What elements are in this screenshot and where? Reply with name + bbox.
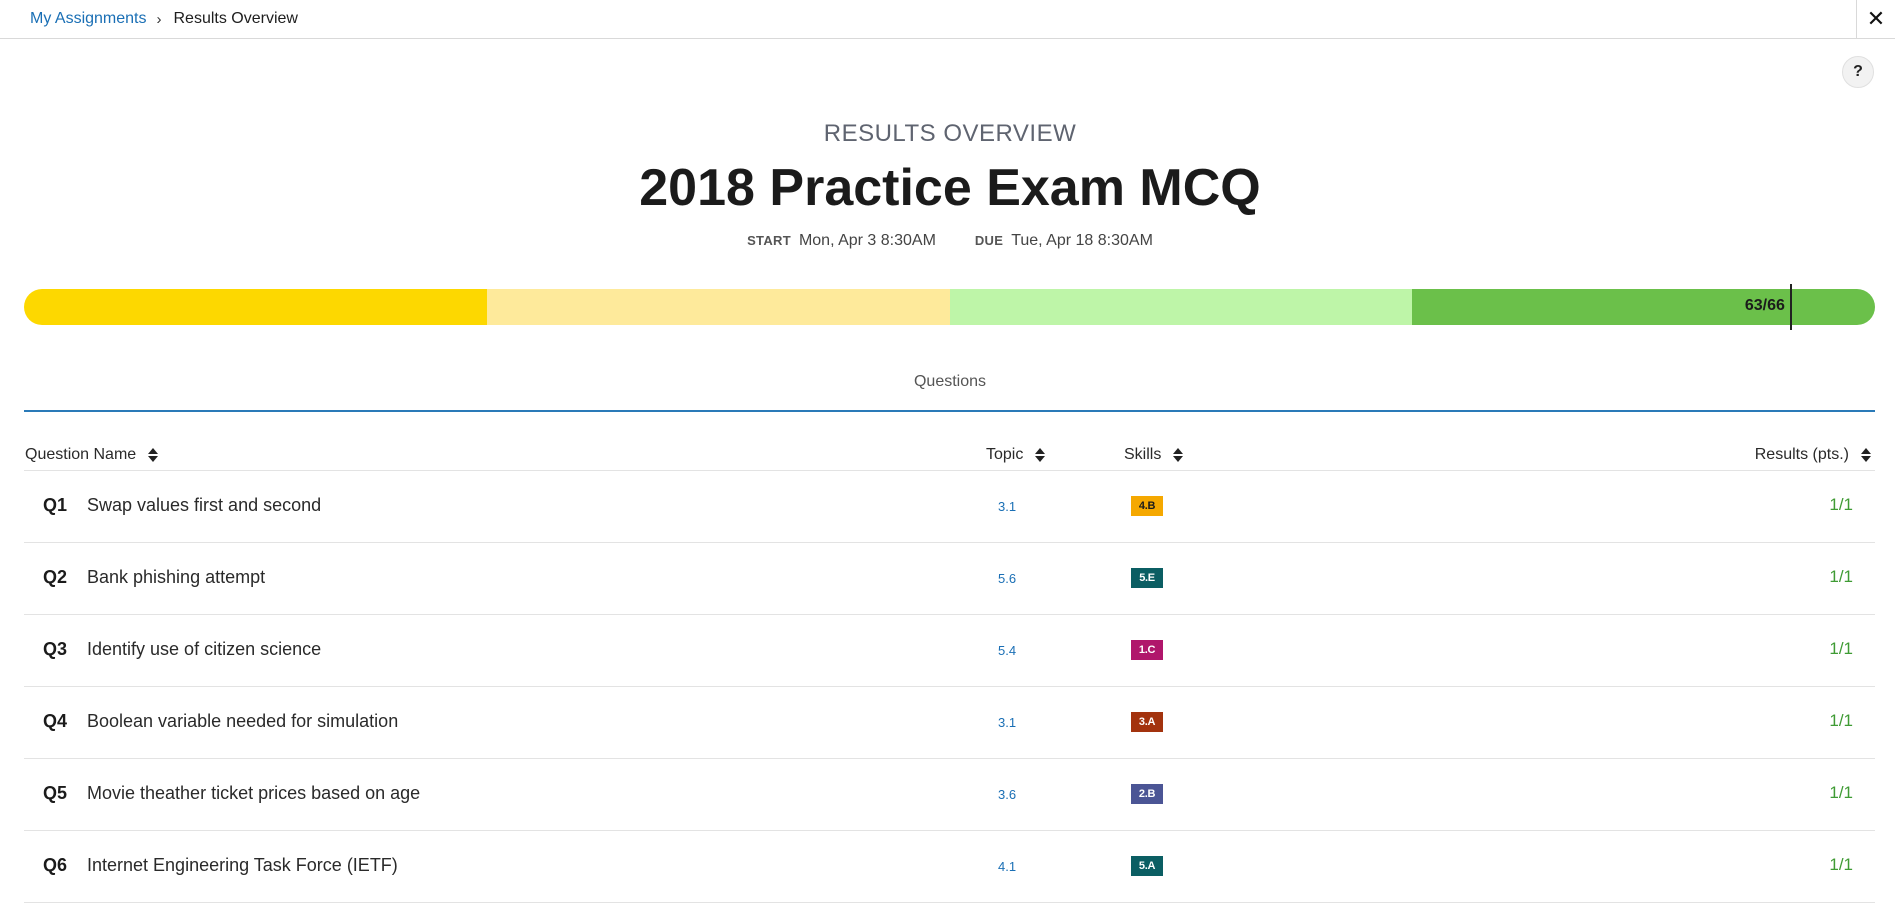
column-label-topic: Topic bbox=[986, 446, 1024, 463]
topic-link[interactable]: 3.1 bbox=[998, 715, 1016, 730]
help-icon: ? bbox=[1853, 63, 1863, 80]
progress-segment-1 bbox=[24, 289, 487, 325]
question-result: 1/1 bbox=[1829, 783, 1853, 802]
question-number: Q5 bbox=[43, 783, 68, 803]
table-row[interactable]: Q1 Swap values first and second 3.1 4.B … bbox=[24, 471, 1875, 543]
topic-link[interactable]: 5.4 bbox=[998, 643, 1016, 658]
assignment-dates: START Mon, Apr 3 8:30AM DUE Tue, Apr 18 8:… bbox=[0, 232, 1895, 250]
table-row[interactable]: Q3 Identify use of citizen science 5.4 1… bbox=[24, 615, 1875, 687]
column-header-results[interactable]: Results (pts.) bbox=[1755, 446, 1871, 464]
skill-badge: 5.E bbox=[1131, 568, 1163, 588]
column-label-skills: Skills bbox=[1124, 446, 1162, 463]
skill-badge: 4.B bbox=[1131, 496, 1163, 516]
question-number: Q6 bbox=[43, 855, 68, 875]
question-name[interactable]: Internet Engineering Task Force (IETF) bbox=[87, 855, 398, 876]
breadcrumb-current: Results Overview bbox=[173, 10, 298, 27]
progress-segment-3 bbox=[949, 289, 1413, 325]
table-row[interactable]: Q2 Bank phishing attempt 5.6 5.E 1/1 bbox=[24, 543, 1875, 615]
top-bar: My Assignments › Results Overview ✕ bbox=[0, 0, 1895, 39]
chevron-right-icon: › bbox=[156, 10, 162, 28]
column-label-question-name: Question Name bbox=[25, 446, 137, 463]
question-name[interactable]: Movie theather ticket prices based on ag… bbox=[87, 783, 420, 804]
question-name[interactable]: Identify use of citizen science bbox=[87, 639, 321, 660]
progress-segment-2 bbox=[486, 289, 950, 325]
column-header-question-name[interactable]: Question Name bbox=[25, 446, 159, 464]
topic-link[interactable]: 3.6 bbox=[998, 787, 1016, 802]
topic-link[interactable]: 5.6 bbox=[998, 571, 1016, 586]
help-button[interactable]: ? bbox=[1842, 56, 1874, 88]
sort-icon bbox=[1861, 448, 1871, 462]
topic-link[interactable]: 3.1 bbox=[998, 499, 1016, 514]
score-progress-bar bbox=[24, 289, 1875, 325]
skill-badge: 2.B bbox=[1131, 784, 1163, 804]
question-result: 1/1 bbox=[1829, 495, 1853, 514]
column-label-results: Results (pts.) bbox=[1754, 446, 1849, 463]
question-number: Q4 bbox=[43, 711, 68, 731]
question-result: 1/1 bbox=[1829, 639, 1853, 658]
question-name[interactable]: Swap values first and second bbox=[87, 495, 321, 516]
question-name[interactable]: Boolean variable needed for simulation bbox=[87, 711, 398, 732]
sort-icon bbox=[148, 448, 159, 462]
question-result: 1/1 bbox=[1829, 855, 1853, 874]
skill-badge: 1.C bbox=[1131, 640, 1163, 660]
question-number: Q3 bbox=[43, 639, 68, 659]
breadcrumb-my-assignments-link[interactable]: My Assignments bbox=[30, 10, 146, 28]
question-name[interactable]: Bank phishing attempt bbox=[87, 567, 265, 588]
breadcrumb: My Assignments › Results Overview bbox=[30, 10, 298, 28]
sort-icon bbox=[1173, 448, 1184, 462]
sort-icon bbox=[1035, 448, 1046, 462]
page-subtitle: RESULTS OVERVIEW bbox=[823, 120, 1077, 147]
table-row[interactable]: Q5 Movie theather ticket prices based on… bbox=[24, 759, 1875, 831]
question-number: Q1 bbox=[43, 495, 68, 515]
column-header-topic[interactable]: Topic bbox=[986, 446, 1046, 464]
start-label: START bbox=[747, 233, 791, 248]
table-row[interactable]: Q4 Boolean variable needed for simulatio… bbox=[24, 687, 1875, 759]
close-icon: ✕ bbox=[1866, 6, 1886, 31]
tab-questions[interactable]: Questions bbox=[0, 373, 1895, 391]
due-label: DUE bbox=[974, 233, 1004, 248]
page-title: 2018 Practice Exam MCQ bbox=[639, 159, 1261, 217]
score-marker bbox=[1789, 284, 1792, 330]
tab-underline bbox=[24, 410, 1875, 412]
skill-badge: 5.A bbox=[1131, 856, 1163, 876]
question-result: 1/1 bbox=[1829, 567, 1853, 586]
score-label: 63/66 bbox=[1744, 297, 1785, 314]
progress-segment-4 bbox=[1412, 289, 1875, 325]
column-header-skills[interactable]: Skills bbox=[1124, 446, 1184, 464]
question-result: 1/1 bbox=[1829, 711, 1853, 730]
due-date: Tue, Apr 18 8:30AM bbox=[1011, 232, 1153, 249]
close-button[interactable]: ✕ bbox=[1856, 0, 1895, 38]
start-date: Mon, Apr 3 8:30AM bbox=[798, 232, 936, 249]
question-number: Q2 bbox=[43, 567, 68, 587]
skill-badge: 3.A bbox=[1131, 712, 1163, 732]
topic-link[interactable]: 4.1 bbox=[998, 859, 1016, 874]
table-row[interactable]: Q6 Internet Engineering Task Force (IETF… bbox=[24, 831, 1875, 903]
